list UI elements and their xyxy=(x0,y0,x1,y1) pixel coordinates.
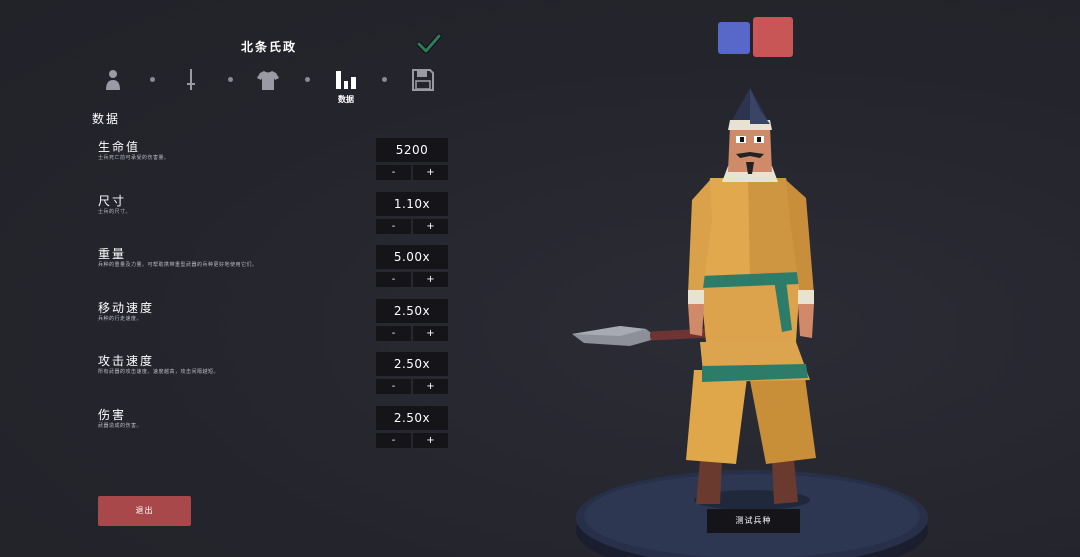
stat-damage: 伤害 武器造成的伤害。 2.50x - + xyxy=(98,406,458,456)
stat-size: 尺寸 士兵的尺寸。 1.10x - + xyxy=(98,192,458,242)
step-separator-dot xyxy=(150,77,155,82)
stat-name: 伤害 xyxy=(98,408,127,422)
increase-button[interactable]: + xyxy=(413,272,448,287)
stat-move-speed: 移动速度 兵种的行走速度。 2.50x - + xyxy=(98,299,458,349)
decrease-button[interactable]: - xyxy=(376,433,411,448)
stat-value-field[interactable]: 2.50x xyxy=(376,406,448,430)
increase-button[interactable]: + xyxy=(413,433,448,448)
stat-health: 生命值 士兵死亡前可承受的伤害量。 5200 - + xyxy=(98,138,458,188)
test-unit-button[interactable]: 测试兵种 xyxy=(707,509,800,533)
save-icon[interactable] xyxy=(411,68,435,92)
checkmark-icon[interactable] xyxy=(417,33,441,55)
stat-description: 所有武器的攻击速度。速度越高，攻击间隔越短。 xyxy=(98,369,220,375)
stat-name: 攻击速度 xyxy=(98,354,155,368)
step-separator-dot xyxy=(382,77,387,82)
increase-button[interactable]: + xyxy=(413,326,448,341)
stat-description: 士兵死亡前可承受的伤害量。 xyxy=(98,155,170,161)
section-title: 数据 xyxy=(92,112,121,126)
decrease-button[interactable]: - xyxy=(376,379,411,394)
increase-button[interactable]: + xyxy=(413,165,448,180)
exit-button[interactable]: 退出 xyxy=(98,496,191,526)
increase-button[interactable]: + xyxy=(413,379,448,394)
unit-name-title[interactable]: 北条氏政 xyxy=(200,38,338,55)
step-label-data: 数据 xyxy=(338,95,354,104)
shirt-icon[interactable] xyxy=(256,68,280,92)
decrease-button[interactable]: - xyxy=(376,272,411,287)
decrease-button[interactable]: - xyxy=(376,165,411,180)
stat-description: 武器造成的伤害。 xyxy=(98,423,143,429)
stat-description: 士兵的尺寸。 xyxy=(98,209,132,215)
person-icon[interactable] xyxy=(101,68,125,92)
stat-value-field[interactable]: 2.50x xyxy=(376,299,448,323)
stat-mass: 重量 兵种的重量及力量。可帮助携带重型武器的兵种更好地使用它们。 5.00x -… xyxy=(98,245,458,295)
team-blue-button[interactable] xyxy=(718,22,750,54)
stat-value-field[interactable]: 2.50x xyxy=(376,352,448,376)
stat-name: 重量 xyxy=(98,247,127,261)
stat-value-field[interactable]: 1.10x xyxy=(376,192,448,216)
step-separator-dot xyxy=(228,77,233,82)
stat-description: 兵种的行走速度。 xyxy=(98,316,143,322)
decrease-button[interactable]: - xyxy=(376,219,411,234)
team-red-button[interactable] xyxy=(753,17,793,57)
stat-name: 尺寸 xyxy=(98,194,127,208)
sword-icon[interactable] xyxy=(179,68,203,92)
stat-value-field[interactable]: 5.00x xyxy=(376,245,448,269)
unit-preview-character xyxy=(572,88,928,557)
stat-name: 生命值 xyxy=(98,140,141,154)
unit-creator-screen: 北条氏政 数据 数据 生命值 士兵死亡前可承受的伤害量。 5200 - + 尺寸… xyxy=(0,0,1080,557)
bar-chart-icon[interactable] xyxy=(334,68,358,92)
stat-value-field[interactable]: 5200 xyxy=(376,138,448,162)
stat-attack-speed: 攻击速度 所有武器的攻击速度。速度越高，攻击间隔越短。 2.50x - + xyxy=(98,352,458,402)
increase-button[interactable]: + xyxy=(413,219,448,234)
stat-description: 兵种的重量及力量。可帮助携带重型武器的兵种更好地使用它们。 xyxy=(98,262,258,268)
step-separator-dot xyxy=(305,77,310,82)
stat-name: 移动速度 xyxy=(98,301,155,315)
decrease-button[interactable]: - xyxy=(376,326,411,341)
